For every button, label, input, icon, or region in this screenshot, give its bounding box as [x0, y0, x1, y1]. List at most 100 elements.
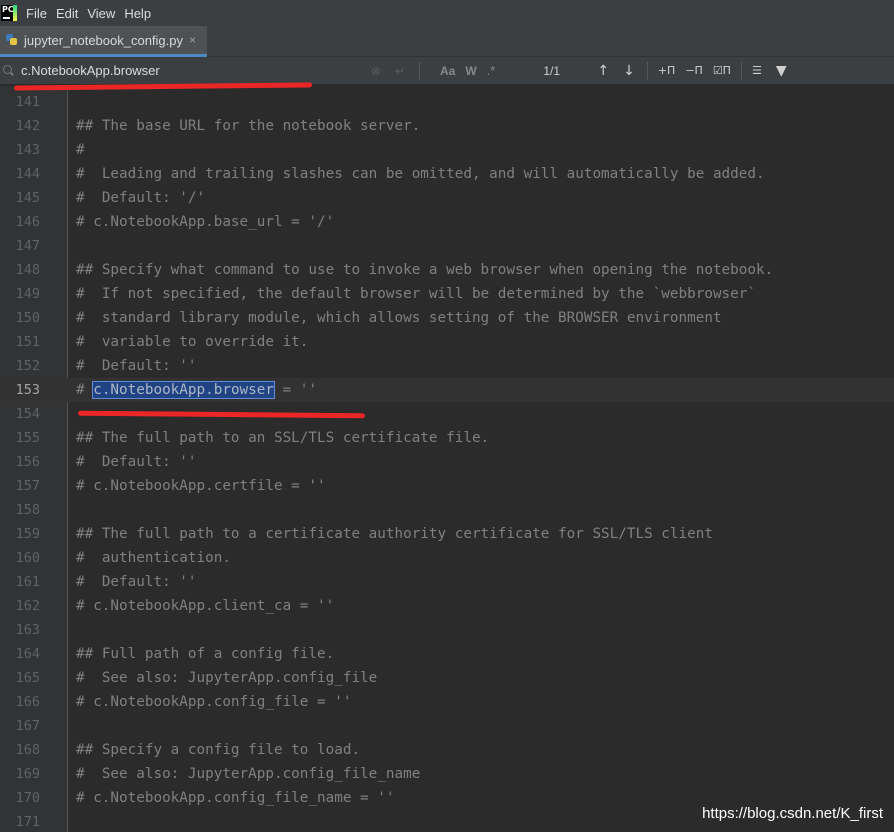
search-input[interactable] [21, 63, 381, 78]
previous-occurrence-icon[interactable]: ↑ [597, 63, 609, 79]
code-line[interactable]: 166 # c.NotebookApp.config_file = '' [0, 690, 894, 714]
menu-bar: PC File Edit View Help [0, 0, 894, 26]
code-text: # If not specified, the default browser … [76, 286, 756, 302]
code-text: # c.NotebookApp.config_file = '' [76, 694, 352, 710]
code-text: # Default: '' [76, 574, 197, 590]
words-toggle[interactable]: W [465, 64, 476, 78]
code-line[interactable]: 150 # standard library module, which allo… [0, 306, 894, 330]
menu-file[interactable]: File [26, 6, 47, 21]
code-line[interactable]: 160 # authentication. [0, 546, 894, 570]
code-text: ## The full path to an SSL/TLS certifica… [76, 430, 490, 446]
separator [740, 61, 742, 80]
code-text: # Default: '/' [76, 190, 206, 206]
remove-occurrence-icon[interactable]: −Π [685, 64, 703, 77]
line-number: 145 [15, 190, 40, 206]
line-number: 150 [15, 310, 40, 326]
search-match-highlight: c.NotebookApp.browser [92, 381, 275, 399]
code-line[interactable]: 152 # Default: '' [0, 354, 894, 378]
code-line[interactable]: 157 # c.NotebookApp.certfile = '' [0, 474, 894, 498]
clear-search-icon[interactable]: ⊗ [371, 64, 381, 78]
code-line[interactable]: 163 [0, 618, 894, 642]
code-line[interactable]: 159 ## The full path to a certificate aut… [0, 522, 894, 546]
menu-edit[interactable]: Edit [56, 6, 78, 21]
code-text: ## The full path to a certificate author… [76, 526, 713, 542]
match-count: 1/1 [543, 63, 561, 78]
code-line[interactable]: 149 # If not specified, the default brows… [0, 282, 894, 306]
code-line[interactable]: 162 # c.NotebookApp.client_ca = '' [0, 594, 894, 618]
python-file-icon [5, 33, 19, 47]
code-line[interactable]: 145 # Default: '/' [0, 186, 894, 210]
select-all-occurrences-icon[interactable]: ☑Π [713, 64, 731, 77]
line-number: 160 [15, 550, 40, 566]
line-number: 166 [15, 694, 40, 710]
code-text: # c.NotebookApp.certfile = '' [76, 478, 326, 494]
line-number: 171 [15, 814, 40, 830]
find-bar: ⊗ ↵ Aa W .* 1/1 ↑ ↓ +Π −Π ☑Π ☰ ▼ [0, 57, 894, 85]
search-box: ⊗ ↵ [0, 57, 430, 85]
code-line[interactable]: 151 # variable to override it. [0, 330, 894, 354]
line-number: 158 [15, 502, 40, 518]
code-line[interactable]: 142 ## The base URL for the notebook serv… [0, 114, 894, 138]
filter-icon[interactable]: ▼ [776, 63, 787, 79]
code-line[interactable]: 148 ## Specify what command to use to inv… [0, 258, 894, 282]
code-text: # c.NotebookApp.base_url = '/' [76, 214, 335, 230]
code-text: ## Specify a config file to load. [76, 742, 361, 758]
line-number: 147 [15, 238, 40, 254]
code-text: # Default: '' [76, 454, 197, 470]
code-line[interactable]: 141 [0, 90, 894, 114]
code-text: # c.NotebookApp.config_file_name = '' [76, 790, 395, 806]
line-number: 163 [15, 622, 40, 638]
code-text: # Leading and trailing slashes can be om… [76, 166, 765, 182]
search-icon[interactable] [3, 64, 15, 77]
code-line[interactable]: 143 # [0, 138, 894, 162]
close-icon[interactable]: × [189, 33, 196, 47]
code-text: # Default: '' [76, 358, 197, 374]
filter-options-icon[interactable]: ☰ [752, 64, 762, 77]
code-editor[interactable]: 141 142 ## The base URL for the notebook s… [0, 86, 894, 832]
line-number: 142 [15, 118, 40, 134]
line-number: 143 [15, 142, 40, 158]
watermark: https://blog.csdn.net/K_first [702, 805, 883, 822]
menu-help[interactable]: Help [124, 6, 151, 21]
code-line[interactable]: 161 # Default: '' [0, 570, 894, 594]
new-line-icon[interactable]: ↵ [395, 64, 405, 78]
editor-tab-bar: jupyter_notebook_config.py × [0, 26, 894, 57]
code-line[interactable]: 146 # c.NotebookApp.base_url = '/' [0, 210, 894, 234]
tab-label: jupyter_notebook_config.py [24, 32, 184, 48]
code-text: # [76, 142, 85, 158]
code-text: # authentication. [76, 550, 231, 566]
menu-view[interactable]: View [87, 6, 115, 21]
code-text: # See also: JupyterApp.config_file_name [76, 766, 421, 782]
line-number: 156 [15, 454, 40, 470]
regex-toggle[interactable]: .* [487, 63, 496, 78]
pycharm-logo-icon: PC [1, 5, 17, 21]
line-number: 151 [15, 334, 40, 350]
add-occurrence-icon[interactable]: +Π [658, 64, 676, 77]
code-line[interactable]: 144 # Leading and trailing slashes can be… [0, 162, 894, 186]
code-text: # c.NotebookApp.client_ca = '' [76, 598, 335, 614]
code-line[interactable]: 167 [0, 714, 894, 738]
line-number: 148 [15, 262, 40, 278]
code-line[interactable]: 165 # See also: JupyterApp.config_file [0, 666, 894, 690]
line-number: 167 [15, 718, 40, 734]
code-line[interactable]: 158 [0, 498, 894, 522]
tab-jupyter-config[interactable]: jupyter_notebook_config.py × [0, 26, 207, 57]
code-line[interactable]: 156 # Default: '' [0, 450, 894, 474]
line-number: 157 [15, 478, 40, 494]
match-case-toggle[interactable]: Aa [440, 64, 455, 78]
code-line[interactable]: 169 # See also: JupyterApp.config_file_na… [0, 762, 894, 786]
code-line[interactable]: 147 [0, 234, 894, 258]
code-text: ## Specify what command to use to invoke… [76, 262, 774, 278]
code-line[interactable]: 155 ## The full path to an SSL/TLS certif… [0, 426, 894, 450]
line-number: 149 [15, 286, 40, 302]
code-text: # standard library module, which allows … [76, 310, 722, 326]
code-line[interactable]: 164 ## Full path of a config file. [0, 642, 894, 666]
separator [419, 61, 420, 80]
next-occurrence-icon[interactable]: ↓ [623, 63, 635, 79]
line-number: 168 [15, 742, 40, 758]
line-number: 161 [15, 574, 40, 590]
code-line[interactable]: 168 ## Specify a config file to load. [0, 738, 894, 762]
line-number: 165 [15, 670, 40, 686]
code-line[interactable]: 153 # c.NotebookApp.browser = '' [0, 378, 894, 402]
line-number: 169 [15, 766, 40, 782]
